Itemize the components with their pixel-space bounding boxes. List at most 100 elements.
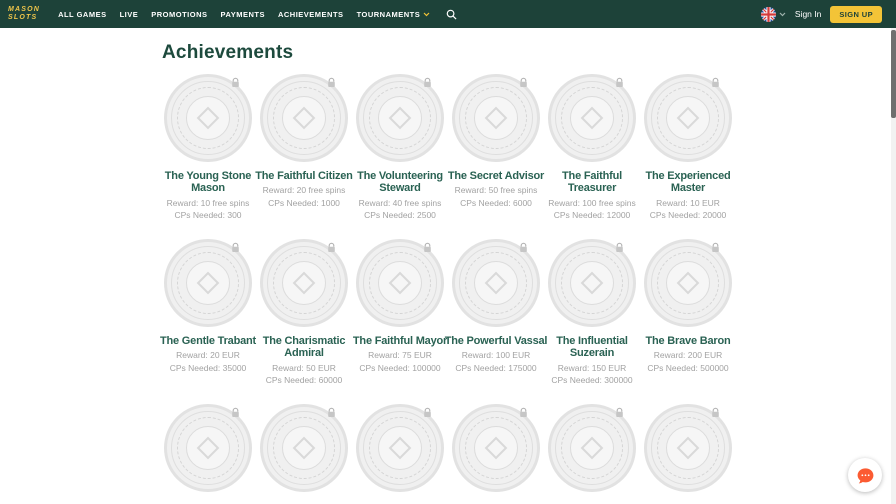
achievement-medallion xyxy=(452,74,540,162)
lock-icon xyxy=(518,77,529,89)
achievement-card: The Faithful Treasurer Reward: 100 free … xyxy=(544,74,640,239)
nav-achievements[interactable]: ACHIEVEMENTS xyxy=(278,10,344,19)
page-title: Achievements xyxy=(162,42,896,64)
chevron-down-icon xyxy=(423,12,430,17)
achievement-card-partial xyxy=(352,404,448,504)
achievement-card: The Influential Suzerain Reward: 150 EUR… xyxy=(544,239,640,404)
achievement-title: The Volunteering Steward xyxy=(345,170,455,195)
lock-icon xyxy=(230,407,241,419)
nav-tournaments[interactable]: TOURNAMENTS xyxy=(357,10,431,19)
achievement-medallion xyxy=(452,404,540,492)
achievement-reward: Reward: 100 EUR xyxy=(441,350,551,361)
achievement-cps: CPs Needed: 12000 xyxy=(537,210,647,221)
sign-in-link[interactable]: Sign In xyxy=(795,9,821,19)
achievement-title: The Secret Advisor xyxy=(441,170,551,182)
lock-icon xyxy=(230,77,241,89)
achievement-reward: Reward: 100 free spins xyxy=(537,198,647,209)
achievement-cps: CPs Needed: 2500 xyxy=(345,210,455,221)
achievement-reward: Reward: 50 EUR xyxy=(249,363,359,374)
uk-flag-icon xyxy=(761,7,776,22)
achievement-cps: CPs Needed: 175000 xyxy=(441,363,551,374)
achievement-medallion xyxy=(260,239,348,327)
nav-live[interactable]: LIVE xyxy=(120,10,139,19)
achievement-medallion xyxy=(548,74,636,162)
search-button[interactable] xyxy=(446,9,457,20)
chevron-down-icon xyxy=(779,12,786,17)
achievement-card: The Young Stone Mason Reward: 10 free sp… xyxy=(160,74,256,239)
achievement-reward: Reward: 150 EUR xyxy=(537,363,647,374)
achievement-title: The Charismatic Admiral xyxy=(249,335,359,360)
achievement-card: The Faithful Mayor Reward: 75 EUR CPs Ne… xyxy=(352,239,448,404)
achievement-medallion xyxy=(356,404,444,492)
chat-widget-button[interactable] xyxy=(848,458,882,492)
search-icon xyxy=(446,9,457,20)
achievement-reward: Reward: 40 free spins xyxy=(345,198,455,209)
achievement-medallion xyxy=(548,404,636,492)
achievement-reward: Reward: 20 free spins xyxy=(249,185,359,196)
achievement-medallion xyxy=(452,239,540,327)
achievement-card-partial xyxy=(640,404,736,504)
language-selector[interactable] xyxy=(761,7,786,22)
achievement-reward: Reward: 200 EUR xyxy=(633,350,743,361)
achievement-reward: Reward: 75 EUR xyxy=(345,350,455,361)
achievement-reward: Reward: 20 EUR xyxy=(153,350,263,361)
lock-icon xyxy=(614,407,625,419)
page-scrollbar[interactable] xyxy=(891,28,896,504)
achievement-card: The Experienced Master Reward: 10 EUR CP… xyxy=(640,74,736,239)
header-right-group: Sign In SIGN UP xyxy=(761,6,882,23)
lock-icon xyxy=(614,242,625,254)
brand-logo[interactable]: MASON SLOTS xyxy=(8,6,40,22)
lock-icon xyxy=(710,407,721,419)
achievement-title: The Faithful Mayor xyxy=(345,335,455,347)
top-nav-bar: MASON SLOTS ALL GAMES LIVE PROMOTIONS PA… xyxy=(0,0,896,28)
achievement-reward: Reward: 10 EUR xyxy=(633,198,743,209)
nav-all-games[interactable]: ALL GAMES xyxy=(58,10,107,19)
achievement-card-partial xyxy=(256,404,352,504)
achievement-reward: Reward: 10 free spins xyxy=(153,198,263,209)
achievement-cps: CPs Needed: 300 xyxy=(153,210,263,221)
achievement-title: The Faithful Citizen xyxy=(249,170,359,182)
scrollbar-thumb[interactable] xyxy=(891,30,896,118)
achievement-medallion xyxy=(356,74,444,162)
nav-promotions[interactable]: PROMOTIONS xyxy=(151,10,207,19)
main-nav: ALL GAMES LIVE PROMOTIONS PAYMENTS ACHIE… xyxy=(58,10,430,19)
nav-payments[interactable]: PAYMENTS xyxy=(221,10,265,19)
achievement-cps: CPs Needed: 100000 xyxy=(345,363,455,374)
sign-up-button[interactable]: SIGN UP xyxy=(830,6,882,23)
achievement-medallion xyxy=(164,74,252,162)
lock-icon xyxy=(422,242,433,254)
achievement-title: The Influential Suzerain xyxy=(537,335,647,360)
achievement-cps: CPs Needed: 500000 xyxy=(633,363,743,374)
lock-icon xyxy=(710,77,721,89)
achievement-card: The Volunteering Steward Reward: 40 free… xyxy=(352,74,448,239)
achievement-card-partial xyxy=(544,404,640,504)
lock-icon xyxy=(326,242,337,254)
achievement-medallion xyxy=(260,404,348,492)
lock-icon xyxy=(326,77,337,89)
lock-icon xyxy=(518,407,529,419)
achievement-title: The Gentle Trabant xyxy=(153,335,263,347)
achievement-title: The Brave Baron xyxy=(633,335,743,347)
achievement-medallion xyxy=(260,74,348,162)
lock-icon xyxy=(422,407,433,419)
achievement-cps: CPs Needed: 1000 xyxy=(249,198,359,209)
brand-logo-line1: MASON xyxy=(8,6,40,14)
achievement-card: The Powerful Vassal Reward: 100 EUR CPs … xyxy=(448,239,544,404)
achievement-title: The Young Stone Mason xyxy=(153,170,263,195)
achievement-title: The Experienced Master xyxy=(633,170,743,195)
achievement-cps: CPs Needed: 300000 xyxy=(537,375,647,386)
lock-icon xyxy=(326,407,337,419)
chat-bubble-icon xyxy=(856,466,875,485)
lock-icon xyxy=(518,242,529,254)
achievement-cps: CPs Needed: 60000 xyxy=(249,375,359,386)
achievement-medallion xyxy=(644,404,732,492)
achievement-title: The Faithful Treasurer xyxy=(537,170,647,195)
achievement-cps: CPs Needed: 20000 xyxy=(633,210,743,221)
achievement-medallion xyxy=(164,404,252,492)
achievement-card: The Gentle Trabant Reward: 20 EUR CPs Ne… xyxy=(160,239,256,404)
achievement-medallion xyxy=(644,239,732,327)
lock-icon xyxy=(422,77,433,89)
achievement-title: The Powerful Vassal xyxy=(441,335,551,347)
achievement-card-partial xyxy=(448,404,544,504)
lock-icon xyxy=(614,77,625,89)
